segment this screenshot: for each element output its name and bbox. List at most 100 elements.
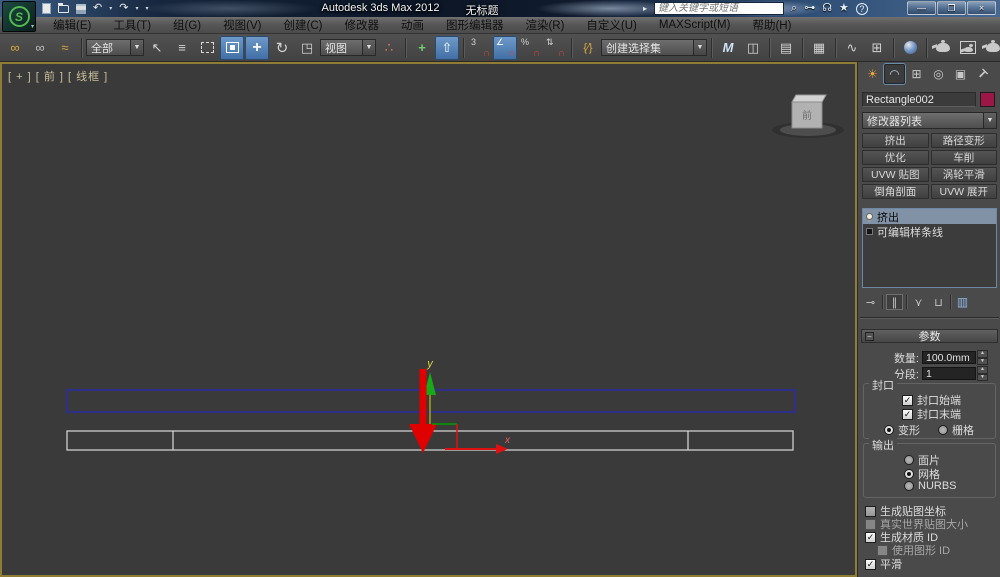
stack-item-extrude[interactable]: 挤出 [863,209,996,224]
search-icon[interactable]: ⌕ [791,2,797,15]
subscription-key-icon[interactable]: ⊶ [804,2,815,15]
material-editor-button[interactable] [898,36,922,60]
menu-rendering[interactable]: 渲染(R) [514,17,575,33]
reference-coordinate-dropdown[interactable]: 视图 ▼ [320,39,376,56]
select-by-name-button[interactable]: ≡ [170,36,194,60]
maximize-button[interactable]: ❐ [937,1,966,15]
modifier-enabled-bulb-icon[interactable] [866,213,873,222]
morph-radio-row[interactable]: 变形 [884,422,920,438]
keyboard-override-toggle[interactable]: ⇧ [435,35,459,60]
rollout-collapse-icon[interactable]: − [865,332,874,341]
selection-filter-dropdown[interactable]: 全部 ▼ [86,39,144,56]
modifier-button-unwrapuvw[interactable]: UVW 展开 [930,184,997,199]
configure-modifier-sets-icon[interactable]: ▥ [954,294,971,310]
grid-radio[interactable] [938,425,948,435]
select-and-move-button[interactable]: + [245,35,269,60]
tab-create[interactable]: ☀ [862,64,883,84]
modifier-button-turbosmooth[interactable]: 涡轮平滑 [930,167,997,182]
modifier-button-uvwmap[interactable]: UVW 贴图 [862,167,929,182]
redo-icon[interactable]: ↷ [119,3,128,14]
layer-manager-button[interactable]: ▤ [774,36,798,60]
window-crossing-toggle[interactable] [220,35,244,60]
tab-modify[interactable]: ◠ [884,64,905,84]
spin-down-icon[interactable]: ▼ [977,373,988,381]
parameters-rollout-header[interactable]: − 参数 [861,329,998,343]
open-file-icon[interactable] [58,2,69,13]
selection-region-button[interactable] [195,36,219,60]
cap-start-checkbox[interactable]: ✓ [902,394,913,406]
nurbs-radio-row[interactable]: NURBS [904,480,957,492]
smooth-checkbox[interactable]: ✓ [865,558,876,570]
nurbs-radio[interactable] [904,481,914,491]
object-color-swatch[interactable] [980,92,995,107]
menu-tools[interactable]: 工具(T) [102,17,162,33]
angle-snap-toggle[interactable]: ∠ ∩ [493,35,517,60]
generate-material-id-checkbox[interactable]: ✓ [865,531,876,543]
save-file-icon[interactable] [76,3,86,14]
edit-named-sets-button[interactable]: {⁄} [576,36,600,60]
cap-end-row[interactable]: ✓ 封口末端 [902,406,961,422]
viewport-front[interactable]: [ + ] [ 前 ] [ 线框 ] 前 y x [0,62,857,577]
smooth-row[interactable]: ✓ 平滑 [865,556,902,572]
close-button[interactable]: × [967,1,996,15]
select-object-button[interactable]: ↖ [145,36,169,60]
generate-mapping-checkbox[interactable] [865,505,876,517]
bind-to-space-warp-icon[interactable]: ≈ [53,36,77,60]
segments-input[interactable]: 1 [922,367,976,380]
qat-options-icon[interactable]: ▾ [145,5,148,12]
search-input[interactable] [654,2,785,15]
help-icon[interactable]: ? [855,2,868,15]
real-world-map-checkbox[interactable] [865,518,876,530]
unlink-selection-icon[interactable]: ∞ [28,36,52,60]
render-setup-button[interactable] [931,36,955,60]
percent-snap-toggle[interactable]: % ∩ [518,36,542,60]
morph-radio[interactable] [884,425,894,435]
minimize-button[interactable]: — [907,1,936,15]
snaps-toggle-3d[interactable]: 3 ∩ [468,36,492,60]
stack-item-editable-spline[interactable]: 可编辑样条线 [863,224,996,239]
menu-customize[interactable]: 自定义(U) [575,17,647,33]
viewcube-top-face[interactable] [791,94,827,103]
align-button[interactable]: ◫ [741,36,765,60]
spin-down-icon[interactable]: ▼ [977,357,988,365]
show-end-result-icon[interactable]: ∥ [886,294,903,310]
schematic-view-button[interactable]: ⊞ [865,36,889,60]
spin-up-icon[interactable]: ▲ [977,366,988,374]
rendered-frame-window-button[interactable] [956,36,980,60]
spin-up-icon[interactable]: ▲ [977,350,988,358]
new-scene-icon[interactable] [42,3,51,14]
use-shape-id-checkbox[interactable] [877,544,888,556]
tab-hierarchy[interactable]: ⊞ [906,64,927,84]
menu-create[interactable]: 创建(C) [272,17,333,33]
select-and-rotate-button[interactable]: ↻ [270,36,294,60]
menu-edit[interactable]: 编辑(E) [42,17,102,33]
select-and-manipulate-button[interactable]: + [410,36,434,60]
transform-gizmo[interactable]: y x [409,358,511,454]
make-unique-icon[interactable]: ⋎ [910,294,927,310]
redo-dropdown-icon[interactable]: ▾ [135,5,138,12]
menu-maxscript[interactable]: MAXScript(M) [648,17,742,33]
viewport-canvas[interactable]: 前 y x [2,64,855,575]
menu-help[interactable]: 帮助(H) [741,17,802,33]
graphite-ribbon-toggle[interactable]: ▦ [807,36,831,60]
menu-views[interactable]: 视图(V) [212,17,272,33]
use-center-flyout-button[interactable]: ∴ [377,36,401,60]
segments-spinner[interactable]: ▲ ▼ [977,366,988,381]
tab-motion[interactable]: ◎ [928,64,949,84]
menu-group[interactable]: 组(G) [162,17,212,33]
modifier-button-bevelprofile[interactable]: 倒角剖面 [862,184,929,199]
modifier-button-lathe[interactable]: 车削 [930,150,997,165]
modifier-list-dropdown[interactable]: 修改器列表 ▼ [862,112,997,129]
named-selection-sets-dropdown[interactable]: 创建选择集 ▼ [601,39,707,56]
amount-spinner[interactable]: ▲ ▼ [977,350,988,365]
remove-modifier-icon[interactable]: ⊔ [930,294,947,310]
menu-animation[interactable]: 动画 [390,17,435,33]
render-production-button[interactable] [981,36,1000,60]
amount-input[interactable]: 100.0mm [922,351,976,364]
undo-dropdown-icon[interactable]: ▾ [109,5,112,12]
mesh-radio[interactable] [904,469,914,479]
patch-radio[interactable] [904,455,914,465]
object-name-field[interactable]: Rectangle002 [862,92,976,107]
tab-utilities[interactable]: T [968,60,997,89]
undo-icon[interactable]: ↶ [93,3,102,14]
